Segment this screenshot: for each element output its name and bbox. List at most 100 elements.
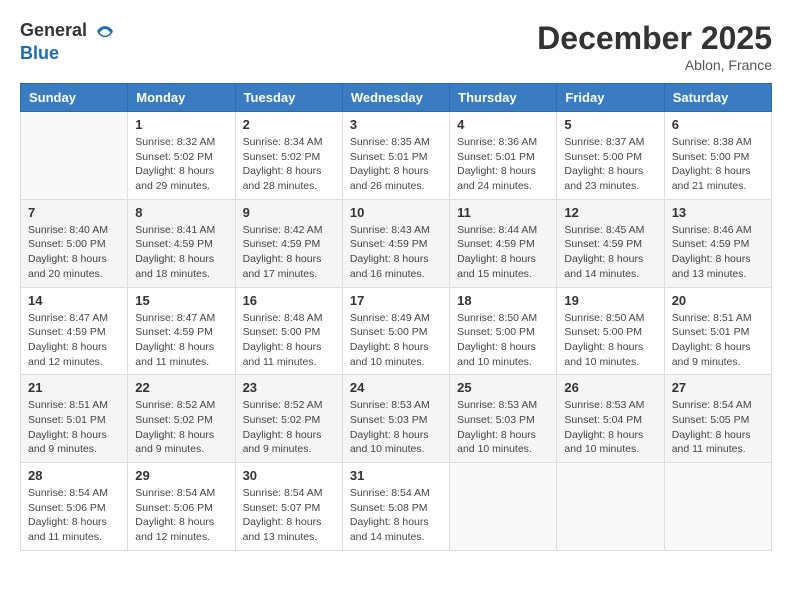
day-info: Sunrise: 8:53 AM Sunset: 5:03 PM Dayligh… bbox=[350, 398, 442, 457]
day-number: 13 bbox=[672, 205, 764, 220]
day-number: 20 bbox=[672, 293, 764, 308]
day-info: Sunrise: 8:49 AM Sunset: 5:00 PM Dayligh… bbox=[350, 311, 442, 370]
day-number: 29 bbox=[135, 468, 227, 483]
day-number: 9 bbox=[243, 205, 335, 220]
day-info: Sunrise: 8:35 AM Sunset: 5:01 PM Dayligh… bbox=[350, 135, 442, 194]
day-info: Sunrise: 8:53 AM Sunset: 5:03 PM Dayligh… bbox=[457, 398, 549, 457]
day-number: 22 bbox=[135, 380, 227, 395]
day-info: Sunrise: 8:36 AM Sunset: 5:01 PM Dayligh… bbox=[457, 135, 549, 194]
calendar-cell: 23 Sunrise: 8:52 AM Sunset: 5:02 PM Dayli… bbox=[235, 375, 342, 463]
weekday-header-wednesday: Wednesday bbox=[342, 84, 449, 112]
logo-blue: Blue bbox=[20, 43, 59, 63]
calendar-cell: 4 Sunrise: 8:36 AM Sunset: 5:01 PM Daylig… bbox=[450, 112, 557, 200]
calendar-cell: 11Sunrise: 8:44 AM Sunset: 4:59 PM Dayli… bbox=[450, 199, 557, 287]
calendar-cell: 14 Sunrise: 8:47 AM Sunset: 4:59 PM Dayli… bbox=[21, 287, 128, 375]
weekday-header-monday: Monday bbox=[128, 84, 235, 112]
calendar-cell: 13 Sunrise: 8:46 AM Sunset: 4:59 PM Dayli… bbox=[664, 199, 771, 287]
calendar-cell: 30 Sunrise: 8:54 AM Sunset: 5:07 PM Dayli… bbox=[235, 463, 342, 551]
day-number: 23 bbox=[243, 380, 335, 395]
day-info: Sunrise: 8:54 AM Sunset: 5:08 PM Dayligh… bbox=[350, 486, 442, 545]
calendar-week-row: 1 Sunrise: 8:32 AM Sunset: 5:02 PM Daylig… bbox=[21, 112, 772, 200]
day-number: 5 bbox=[564, 117, 656, 132]
day-info: Sunrise: 8:51 AM Sunset: 5:01 PM Dayligh… bbox=[672, 311, 764, 370]
calendar-week-row: 28 Sunrise: 8:54 AM Sunset: 5:06 PM Dayli… bbox=[21, 463, 772, 551]
day-number: 28 bbox=[28, 468, 120, 483]
calendar-cell: 17 Sunrise: 8:49 AM Sunset: 5:00 PM Dayli… bbox=[342, 287, 449, 375]
day-info: Sunrise: 8:54 AM Sunset: 5:06 PM Dayligh… bbox=[28, 486, 120, 545]
calendar-cell: 22Sunrise: 8:52 AM Sunset: 5:02 PM Dayli… bbox=[128, 375, 235, 463]
day-number: 18 bbox=[457, 293, 549, 308]
logo: General Blue bbox=[20, 20, 118, 64]
day-info: Sunrise: 8:54 AM Sunset: 5:05 PM Dayligh… bbox=[672, 398, 764, 457]
day-number: 27 bbox=[672, 380, 764, 395]
day-number: 6 bbox=[672, 117, 764, 132]
day-info: Sunrise: 8:54 AM Sunset: 5:06 PM Dayligh… bbox=[135, 486, 227, 545]
calendar-cell: 9 Sunrise: 8:42 AM Sunset: 4:59 PM Daylig… bbox=[235, 199, 342, 287]
day-info: Sunrise: 8:48 AM Sunset: 5:00 PM Dayligh… bbox=[243, 311, 335, 370]
calendar-cell: 19 Sunrise: 8:50 AM Sunset: 5:00 PM Dayli… bbox=[557, 287, 664, 375]
logo-icon bbox=[94, 21, 116, 43]
day-number: 4 bbox=[457, 117, 549, 132]
calendar-cell: 18Sunrise: 8:50 AM Sunset: 5:00 PM Dayli… bbox=[450, 287, 557, 375]
weekday-header-saturday: Saturday bbox=[664, 84, 771, 112]
calendar-cell: 7 Sunrise: 8:40 AM Sunset: 5:00 PM Daylig… bbox=[21, 199, 128, 287]
day-number: 19 bbox=[564, 293, 656, 308]
day-info: Sunrise: 8:37 AM Sunset: 5:00 PM Dayligh… bbox=[564, 135, 656, 194]
day-info: Sunrise: 8:52 AM Sunset: 5:02 PM Dayligh… bbox=[243, 398, 335, 457]
day-info: Sunrise: 8:54 AM Sunset: 5:07 PM Dayligh… bbox=[243, 486, 335, 545]
calendar-cell: 3 Sunrise: 8:35 AM Sunset: 5:01 PM Daylig… bbox=[342, 112, 449, 200]
calendar-cell: 12Sunrise: 8:45 AM Sunset: 4:59 PM Dayli… bbox=[557, 199, 664, 287]
day-number: 16 bbox=[243, 293, 335, 308]
day-info: Sunrise: 8:32 AM Sunset: 5:02 PM Dayligh… bbox=[135, 135, 227, 194]
day-info: Sunrise: 8:47 AM Sunset: 4:59 PM Dayligh… bbox=[28, 311, 120, 370]
weekday-header-thursday: Thursday bbox=[450, 84, 557, 112]
calendar-week-row: 14 Sunrise: 8:47 AM Sunset: 4:59 PM Dayli… bbox=[21, 287, 772, 375]
calendar-cell: 24Sunrise: 8:53 AM Sunset: 5:03 PM Dayli… bbox=[342, 375, 449, 463]
day-info: Sunrise: 8:34 AM Sunset: 5:02 PM Dayligh… bbox=[243, 135, 335, 194]
day-number: 7 bbox=[28, 205, 120, 220]
calendar-cell: 8 Sunrise: 8:41 AM Sunset: 4:59 PM Daylig… bbox=[128, 199, 235, 287]
calendar-cell: 10 Sunrise: 8:43 AM Sunset: 4:59 PM Dayli… bbox=[342, 199, 449, 287]
calendar-cell: 31Sunrise: 8:54 AM Sunset: 5:08 PM Dayli… bbox=[342, 463, 449, 551]
location: Ablon, France bbox=[537, 57, 772, 73]
day-info: Sunrise: 8:43 AM Sunset: 4:59 PM Dayligh… bbox=[350, 223, 442, 282]
day-number: 10 bbox=[350, 205, 442, 220]
day-number: 21 bbox=[28, 380, 120, 395]
calendar-week-row: 21Sunrise: 8:51 AM Sunset: 5:01 PM Dayli… bbox=[21, 375, 772, 463]
calendar-cell bbox=[450, 463, 557, 551]
day-number: 25 bbox=[457, 380, 549, 395]
day-number: 8 bbox=[135, 205, 227, 220]
weekday-header-friday: Friday bbox=[557, 84, 664, 112]
day-info: Sunrise: 8:41 AM Sunset: 4:59 PM Dayligh… bbox=[135, 223, 227, 282]
logo-text: General Blue bbox=[20, 20, 118, 64]
calendar-cell: 29 Sunrise: 8:54 AM Sunset: 5:06 PM Dayli… bbox=[128, 463, 235, 551]
day-info: Sunrise: 8:53 AM Sunset: 5:04 PM Dayligh… bbox=[564, 398, 656, 457]
day-number: 26 bbox=[564, 380, 656, 395]
day-number: 30 bbox=[243, 468, 335, 483]
day-number: 17 bbox=[350, 293, 442, 308]
calendar-cell: 6 Sunrise: 8:38 AM Sunset: 5:00 PM Daylig… bbox=[664, 112, 771, 200]
logo-general: General bbox=[20, 20, 87, 40]
weekday-header-row: SundayMondayTuesdayWednesdayThursdayFrid… bbox=[21, 84, 772, 112]
day-number: 14 bbox=[28, 293, 120, 308]
month-year: December 2025 bbox=[537, 20, 772, 57]
day-number: 1 bbox=[135, 117, 227, 132]
calendar-cell: 16 Sunrise: 8:48 AM Sunset: 5:00 PM Dayli… bbox=[235, 287, 342, 375]
calendar-cell: 2 Sunrise: 8:34 AM Sunset: 5:02 PM Daylig… bbox=[235, 112, 342, 200]
day-info: Sunrise: 8:44 AM Sunset: 4:59 PM Dayligh… bbox=[457, 223, 549, 282]
calendar-cell: 15Sunrise: 8:47 AM Sunset: 4:59 PM Dayli… bbox=[128, 287, 235, 375]
calendar-cell: 25 Sunrise: 8:53 AM Sunset: 5:03 PM Dayli… bbox=[450, 375, 557, 463]
calendar-cell: 21Sunrise: 8:51 AM Sunset: 5:01 PM Dayli… bbox=[21, 375, 128, 463]
day-info: Sunrise: 8:40 AM Sunset: 5:00 PM Dayligh… bbox=[28, 223, 120, 282]
day-number: 2 bbox=[243, 117, 335, 132]
day-info: Sunrise: 8:50 AM Sunset: 5:00 PM Dayligh… bbox=[564, 311, 656, 370]
calendar-cell: 1 Sunrise: 8:32 AM Sunset: 5:02 PM Daylig… bbox=[128, 112, 235, 200]
day-number: 3 bbox=[350, 117, 442, 132]
day-info: Sunrise: 8:46 AM Sunset: 4:59 PM Dayligh… bbox=[672, 223, 764, 282]
day-info: Sunrise: 8:42 AM Sunset: 4:59 PM Dayligh… bbox=[243, 223, 335, 282]
calendar-cell bbox=[557, 463, 664, 551]
calendar-cell: 28 Sunrise: 8:54 AM Sunset: 5:06 PM Dayli… bbox=[21, 463, 128, 551]
day-info: Sunrise: 8:38 AM Sunset: 5:00 PM Dayligh… bbox=[672, 135, 764, 194]
weekday-header-tuesday: Tuesday bbox=[235, 84, 342, 112]
calendar-week-row: 7 Sunrise: 8:40 AM Sunset: 5:00 PM Daylig… bbox=[21, 199, 772, 287]
